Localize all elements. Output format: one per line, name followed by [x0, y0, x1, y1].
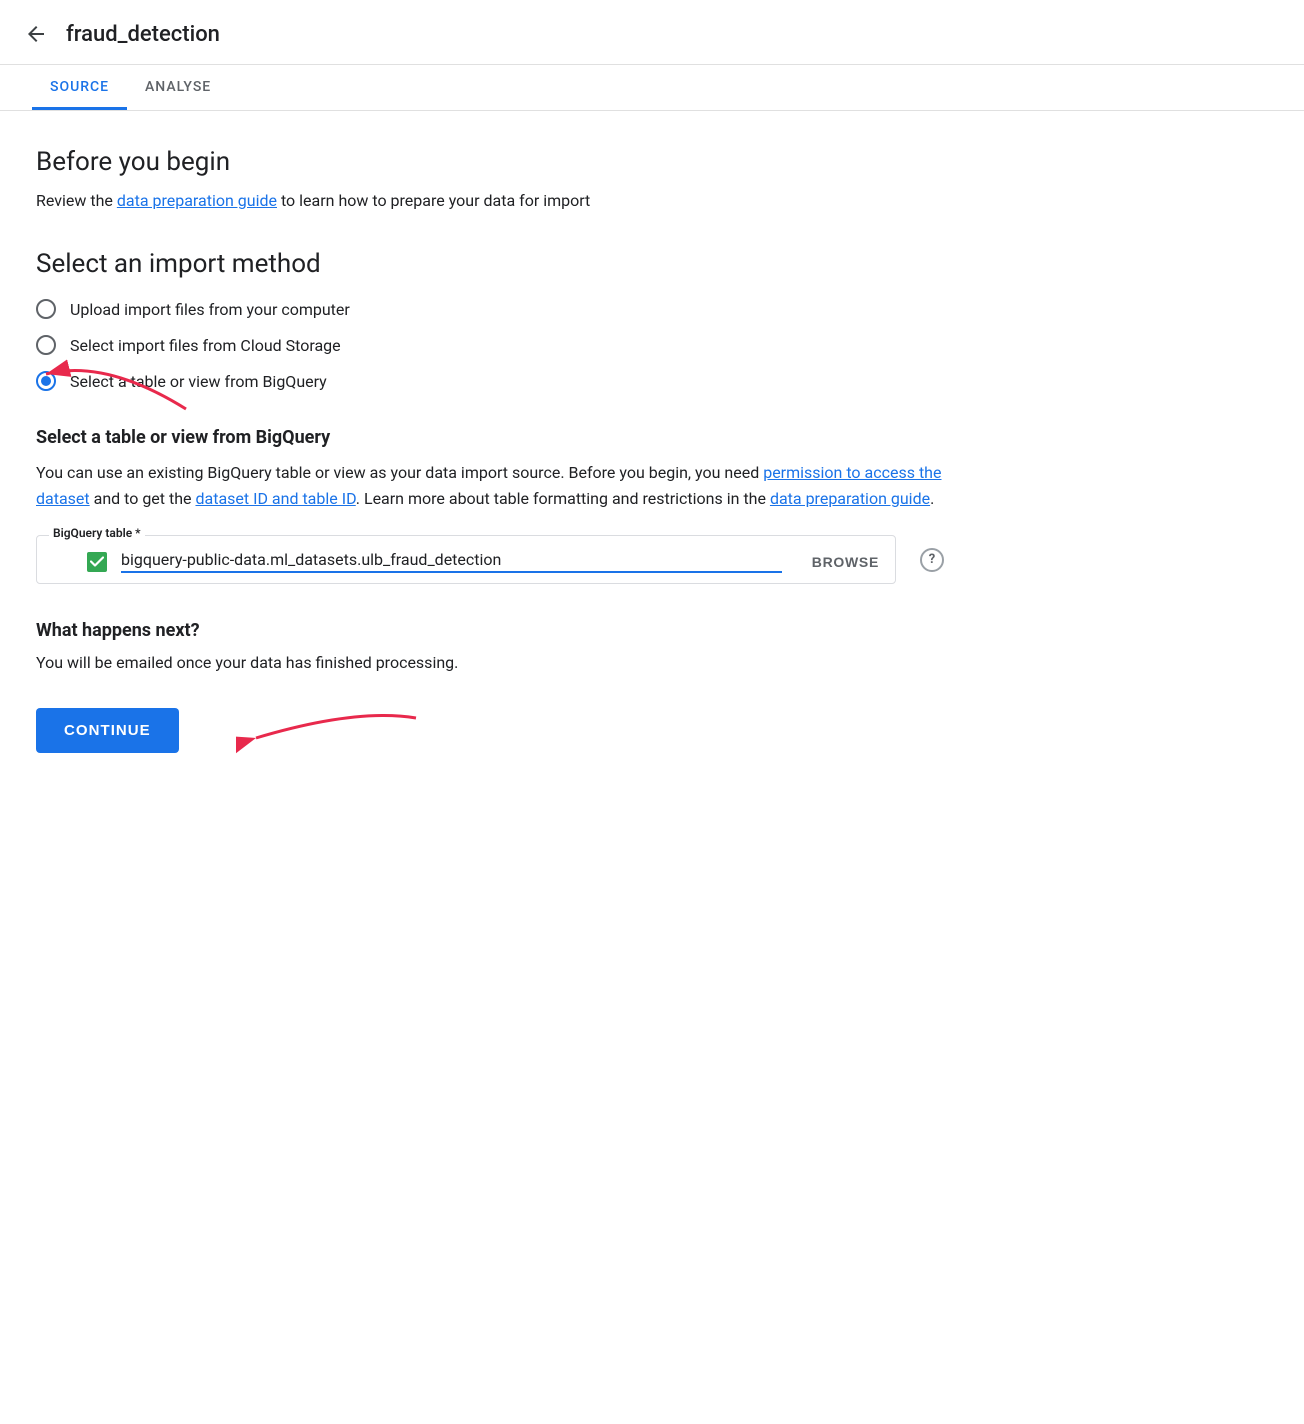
bigquery-table-value[interactable]: bigquery-public-data.ml_datasets.ulb_fra…	[121, 550, 782, 573]
bigquery-section: Select a table or view from BigQuery You…	[36, 427, 944, 584]
tab-bar: SOURCE ANALYSE	[0, 65, 1304, 111]
tab-analyse[interactable]: ANALYSE	[127, 65, 229, 110]
what-next-section: What happens next? You will be emailed o…	[36, 620, 944, 672]
radio-upload-circle	[36, 299, 56, 319]
radio-cloud-storage-label: Select import files from Cloud Storage	[70, 336, 341, 355]
radio-bigquery-circle	[36, 371, 56, 391]
page-header: fraud_detection	[0, 0, 1304, 65]
before-you-begin-section: Before you begin Review the data prepara…	[36, 147, 944, 213]
radio-arrow-annotation	[26, 319, 206, 419]
bigquery-body-3: . Learn more about table formatting and …	[356, 489, 770, 508]
radio-upload-label: Upload import files from your computer	[70, 300, 350, 319]
main-content: Before you begin Review the data prepara…	[0, 111, 980, 789]
bigquery-input-row: BigQuery table * bigquery-public-data.ml…	[36, 535, 944, 584]
before-you-begin-text: Review the data preparation guide to lea…	[36, 189, 944, 213]
data-prep-guide-link-1[interactable]: data preparation guide	[117, 191, 277, 210]
what-next-heading: What happens next?	[36, 620, 944, 641]
back-button[interactable]	[24, 18, 56, 50]
what-next-body: You will be emailed once your data has f…	[36, 653, 944, 672]
bigquery-input-wrapper: BigQuery table * bigquery-public-data.ml…	[36, 535, 896, 584]
radio-upload[interactable]: Upload import files from your computer	[36, 299, 944, 319]
radio-bigquery[interactable]: Select a table or view from BigQuery	[36, 371, 944, 391]
radio-bigquery-wrapper: Select a table or view from BigQuery	[36, 371, 944, 391]
tab-source[interactable]: SOURCE	[32, 65, 127, 110]
before-you-begin-heading: Before you begin	[36, 147, 944, 177]
radio-cloud-storage[interactable]: Select import files from Cloud Storage	[36, 335, 944, 355]
import-method-radio-group: Upload import files from your computer S…	[36, 299, 944, 391]
before-you-begin-intro: Review the	[36, 191, 117, 210]
data-prep-guide-link-2[interactable]: data preparation guide	[770, 489, 930, 508]
radio-cloud-storage-circle	[36, 335, 56, 355]
page-title: fraud_detection	[66, 22, 220, 47]
before-you-begin-after-link: to learn how to prepare your data for im…	[277, 191, 590, 210]
import-method-heading: Select an import method	[36, 249, 944, 279]
radio-bigquery-label: Select a table or view from BigQuery	[70, 372, 327, 391]
bigquery-input-label: BigQuery table *	[49, 526, 145, 540]
continue-arrow-annotation	[236, 698, 436, 778]
browse-button[interactable]: BROWSE	[812, 554, 879, 570]
bigquery-body-4: .	[930, 489, 934, 508]
bigquery-body-2: and to get the	[90, 489, 196, 508]
dataset-id-link[interactable]: dataset ID and table ID	[195, 489, 355, 508]
bigquery-section-title: Select a table or view from BigQuery	[36, 427, 944, 448]
input-inner: bigquery-public-data.ml_datasets.ulb_fra…	[87, 550, 879, 573]
bigquery-checkbox[interactable]	[87, 552, 107, 572]
continue-button[interactable]: CONTINUE	[36, 708, 179, 753]
bigquery-body-1: You can use an existing BigQuery table o…	[36, 463, 763, 482]
bigquery-description: You can use an existing BigQuery table o…	[36, 460, 944, 511]
import-method-section: Select an import method Upload import fi…	[36, 249, 944, 391]
continue-section: CONTINUE	[36, 708, 179, 753]
help-icon[interactable]: ?	[920, 548, 944, 572]
